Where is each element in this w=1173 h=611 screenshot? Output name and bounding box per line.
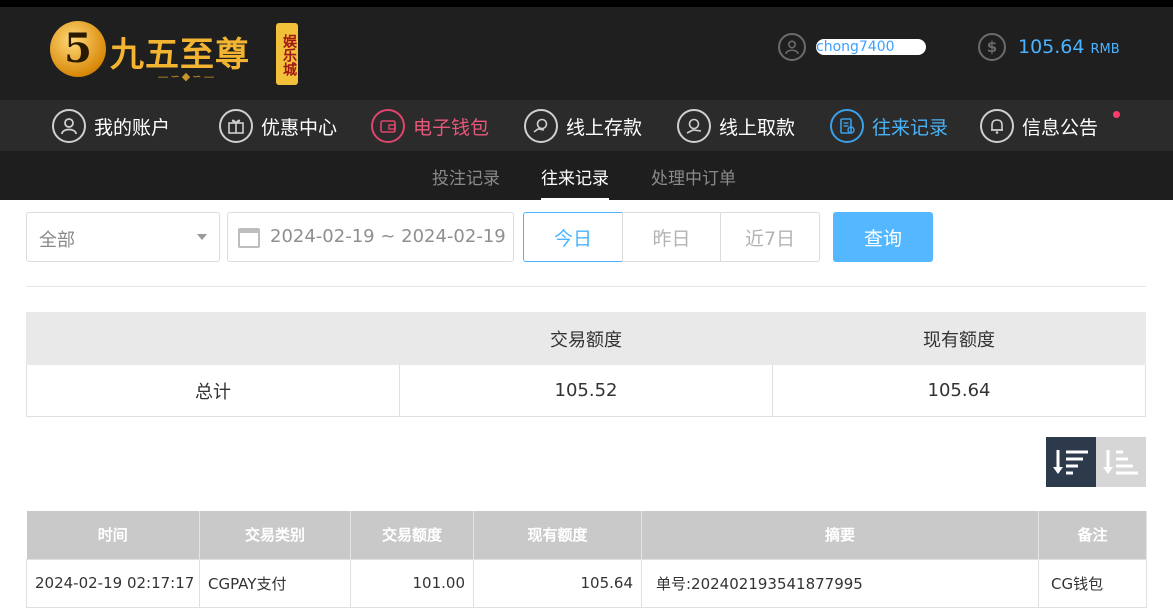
sub-nav: 投注记录 往来记录 处理中订单	[0, 151, 1173, 200]
summary-table: 交易额度 现有额度 总计 105.52 105.64	[26, 312, 1146, 417]
sort-ascending-icon	[1103, 450, 1138, 475]
records-table: 时间 交易类别 交易额度 现有额度 摘要 备注 2024-02-19 02:17…	[26, 511, 1147, 608]
date-range-input[interactable]: 2024-02-19 ~ 2024-02-19	[227, 212, 514, 262]
col-header-summary: 摘要	[641, 511, 1039, 559]
quick-today-button[interactable]: 今日	[523, 212, 623, 262]
col-header-time: 时间	[26, 511, 200, 559]
balance-currency: RMB	[1090, 41, 1120, 57]
nav-online-withdraw[interactable]: 线上取款	[677, 108, 795, 144]
subtab-transaction-records[interactable]: 往来记录	[541, 164, 609, 200]
gift-icon	[219, 109, 253, 143]
cell-time: 2024-02-19 02:17:17	[26, 558, 200, 608]
withdraw-icon	[677, 109, 711, 143]
sort-desc-button[interactable]	[1046, 437, 1096, 487]
nav-label: 优惠中心	[261, 116, 338, 139]
summary-header-transaction: 交易额度	[399, 312, 773, 365]
cell-note: CG钱包	[1038, 558, 1147, 608]
summary-total-label: 总计	[26, 364, 400, 417]
nav-label: 电子钱包	[413, 116, 490, 139]
col-header-type: 交易类别	[199, 511, 351, 559]
nav-label: 信息公告	[1022, 116, 1099, 139]
notification-dot	[1113, 111, 1120, 118]
balance-amount: 105.64	[1018, 36, 1085, 58]
type-select-value: 全部	[39, 230, 75, 251]
calendar-icon	[238, 228, 260, 248]
nav-my-account[interactable]: 我的账户	[52, 108, 170, 144]
nav-label: 我的账户	[94, 116, 171, 139]
logo-name: 九五至尊	[110, 35, 250, 75]
quick-yesterday-button[interactable]: 昨日	[622, 212, 721, 262]
col-header-amount: 交易额度	[350, 511, 474, 559]
nav-e-wallet[interactable]: 电子钱包	[371, 108, 489, 144]
nav-label: 往来记录	[872, 116, 949, 139]
chevron-down-icon	[197, 234, 207, 240]
records-icon	[830, 109, 864, 143]
col-header-note: 备注	[1038, 511, 1147, 559]
logo-badge: 娱乐城	[276, 23, 298, 85]
main-nav: 我的账户 优惠中心 电子钱包 线上存款 线上取款 往来记录 信息公告	[0, 100, 1173, 151]
type-select[interactable]: 全部	[26, 212, 220, 262]
date-range-value: 2024-02-19 ~ 2024-02-19	[270, 226, 506, 247]
dollar-icon: $	[978, 33, 1006, 61]
site-logo[interactable]: 5 九五至尊 —∽◆∽— 娱乐城	[50, 21, 300, 87]
deposit-icon	[524, 109, 558, 143]
cell-type: CGPAY支付	[199, 558, 351, 608]
nav-online-deposit[interactable]: 线上存款	[524, 108, 642, 144]
logo-flourish: —∽◆∽—	[157, 70, 217, 83]
table-row: 2024-02-19 02:17:17 CGPAY支付 101.00 105.6…	[26, 558, 1147, 608]
logo-emblem: 5	[50, 21, 106, 77]
cell-amount: 101.00	[350, 558, 474, 608]
summary-header-current: 现有额度	[772, 312, 1146, 365]
bell-icon	[980, 109, 1014, 143]
nav-label: 线上存款	[566, 116, 643, 139]
divider	[26, 286, 1146, 287]
col-header-balance: 现有额度	[473, 511, 642, 559]
nav-records[interactable]: 往来记录	[830, 108, 948, 144]
subtab-pending-orders[interactable]: 处理中订单	[651, 164, 736, 189]
top-strip	[0, 0, 1173, 7]
user-icon	[52, 109, 86, 143]
summary-row: 总计 105.52 105.64	[26, 364, 1146, 417]
user-info[interactable]: chong7400	[778, 33, 926, 61]
sort-descending-icon	[1053, 450, 1088, 475]
nav-promotions[interactable]: 优惠中心	[219, 108, 337, 144]
summary-total-current: 105.64	[772, 364, 1146, 417]
nav-label: 线上取款	[719, 116, 796, 139]
cell-balance: 105.64	[473, 558, 642, 608]
user-avatar-icon	[778, 33, 806, 61]
username: chong7400	[816, 39, 926, 55]
nav-announcements[interactable]: 信息公告	[980, 108, 1098, 144]
sort-asc-button[interactable]	[1096, 437, 1146, 487]
summary-total-transaction: 105.52	[399, 364, 773, 417]
quick-7days-button[interactable]: 近7日	[720, 212, 820, 262]
wallet-icon	[371, 109, 405, 143]
account-balance: $ 105.64 RMB	[978, 33, 1120, 61]
search-button[interactable]: 查询	[833, 212, 933, 262]
summary-header-blank	[26, 312, 400, 365]
subtab-bet-records[interactable]: 投注记录	[432, 164, 500, 189]
cell-summary: 单号:202402193541877995	[641, 558, 1039, 608]
